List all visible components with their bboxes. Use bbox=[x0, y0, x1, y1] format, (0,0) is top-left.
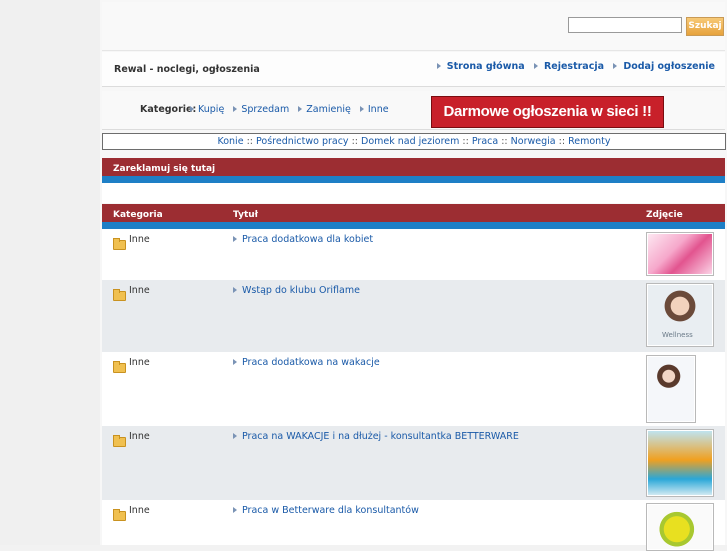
category-link-sell[interactable]: Sprzedam bbox=[241, 104, 289, 115]
link-separator: :: bbox=[501, 136, 508, 147]
category-row: Kategorie: Kupię Sprzedam Zamienię Inne … bbox=[102, 91, 725, 130]
search-bar: Szukaj bbox=[102, 2, 725, 51]
arrow-right-icon bbox=[233, 433, 237, 439]
top-nav: Strona główna Rejestracja Dodaj ogłoszen… bbox=[431, 61, 715, 72]
row-title: Praca na WAKACJE i na dłużej - konsultan… bbox=[233, 431, 519, 442]
arrow-right-icon bbox=[298, 106, 303, 112]
quick-link[interactable]: Konie bbox=[217, 136, 243, 147]
folder-icon bbox=[113, 289, 126, 301]
row-photo[interactable] bbox=[646, 429, 714, 497]
promo-body bbox=[102, 183, 725, 203]
promo-divider bbox=[102, 176, 725, 183]
folder-icon bbox=[113, 509, 126, 521]
arrow-right-icon bbox=[233, 287, 237, 293]
arrow-right-icon bbox=[233, 106, 238, 112]
containers-photo bbox=[648, 431, 712, 495]
arrow-right-icon bbox=[233, 507, 237, 513]
table-row: Inne Praca dodatkowa dla kobiet bbox=[102, 229, 725, 280]
wellness-woman-photo: Wellness bbox=[648, 285, 712, 345]
quick-link[interactable]: Remonty bbox=[568, 136, 610, 147]
arrow-right-icon bbox=[613, 63, 618, 69]
arrow-right-icon bbox=[359, 106, 364, 112]
link-separator: :: bbox=[558, 136, 566, 147]
link-separator: :: bbox=[351, 136, 358, 147]
category-link-other[interactable]: Inne bbox=[368, 104, 389, 115]
row-category[interactable]: Inne bbox=[129, 357, 150, 368]
row-category[interactable]: Inne bbox=[129, 234, 150, 245]
left-margin bbox=[0, 0, 100, 545]
promo-heading: Zareklamuj się tutaj bbox=[102, 158, 725, 176]
table-row: Inne Praca na WAKACJE i na dłużej - kons… bbox=[102, 426, 725, 500]
category-link-swap[interactable]: Zamienię bbox=[306, 104, 351, 115]
pink-flowers-photo bbox=[648, 234, 712, 274]
search-button[interactable]: Szukaj bbox=[686, 17, 724, 36]
table-header: Kategoria Tytuł Zdjęcie bbox=[102, 204, 725, 222]
quick-link[interactable]: Pośrednictwo pracy bbox=[256, 136, 349, 147]
row-title-link[interactable]: Wstąp do klubu Oriflame bbox=[242, 285, 360, 296]
free-ads-banner[interactable]: Darmowe ogłoszenia w sieci !! bbox=[431, 96, 664, 128]
row-title: Praca dodatkowa dla kobiet bbox=[233, 234, 373, 245]
nav-home-link[interactable]: Strona główna bbox=[447, 61, 525, 72]
category-link-buy[interactable]: Kupię bbox=[198, 104, 224, 115]
search-input[interactable] bbox=[568, 17, 682, 33]
row-title-link[interactable]: Praca na WAKACJE i na dłużej - konsultan… bbox=[242, 431, 519, 442]
lemon-squeezer-photo bbox=[648, 505, 712, 549]
photo-caption: Wellness bbox=[662, 331, 693, 339]
promo-heading-text[interactable]: Zareklamuj się tutaj bbox=[113, 164, 215, 174]
folder-icon bbox=[113, 361, 126, 373]
link-separator: :: bbox=[462, 136, 469, 147]
page-main: Szukaj Rewal - noclegi, ogłoszenia Stron… bbox=[100, 0, 727, 551]
folder-icon bbox=[113, 435, 126, 447]
smiling-woman-photo bbox=[648, 357, 694, 421]
site-title: Rewal - noclegi, ogłoszenia bbox=[114, 64, 260, 75]
quick-links-bar: Konie :: Pośrednictwo pracy :: Domek nad… bbox=[102, 133, 726, 150]
table-row: Inne Praca w Betterware dla konsultantów bbox=[102, 500, 725, 551]
row-photo[interactable] bbox=[646, 232, 714, 276]
nav-add-ad-link[interactable]: Dodaj ogłoszenie bbox=[623, 61, 715, 72]
folder-icon bbox=[113, 238, 126, 250]
table-header-divider bbox=[102, 222, 725, 229]
row-title-link[interactable]: Praca dodatkowa dla kobiet bbox=[242, 234, 373, 245]
table-row: Inne Praca dodatkowa na wakacje bbox=[102, 352, 725, 426]
category-links: Kupię Sprzedam Zamienię Inne bbox=[184, 104, 389, 115]
row-photo[interactable] bbox=[646, 503, 714, 551]
nav-register-link[interactable]: Rejestracja bbox=[544, 61, 604, 72]
table-row: Inne Wstąp do klubu Oriflame Wellness bbox=[102, 280, 725, 352]
row-photo[interactable] bbox=[646, 355, 696, 423]
arrow-right-icon bbox=[233, 359, 237, 365]
arrow-right-icon bbox=[233, 236, 237, 242]
link-separator: :: bbox=[246, 136, 253, 147]
row-title: Praca dodatkowa na wakacje bbox=[233, 357, 380, 368]
row-photo[interactable]: Wellness bbox=[646, 283, 714, 347]
row-category[interactable]: Inne bbox=[129, 431, 150, 442]
row-title: Wstąp do klubu Oriflame bbox=[233, 285, 360, 296]
row-category[interactable]: Inne bbox=[129, 505, 150, 516]
row-title-link[interactable]: Praca dodatkowa na wakacje bbox=[242, 357, 380, 368]
title-row: Rewal - noclegi, ogłoszenia Strona główn… bbox=[102, 52, 725, 87]
row-title-link[interactable]: Praca w Betterware dla konsultantów bbox=[242, 505, 419, 516]
row-title: Praca w Betterware dla konsultantów bbox=[233, 505, 419, 516]
quick-link[interactable]: Domek nad jeziorem bbox=[361, 136, 459, 147]
quick-link[interactable]: Norwegia bbox=[511, 136, 556, 147]
arrow-right-icon bbox=[533, 63, 538, 69]
arrow-right-icon bbox=[190, 106, 194, 112]
quick-link[interactable]: Praca bbox=[472, 136, 498, 147]
arrow-right-icon bbox=[436, 63, 441, 69]
row-category[interactable]: Inne bbox=[129, 285, 150, 296]
